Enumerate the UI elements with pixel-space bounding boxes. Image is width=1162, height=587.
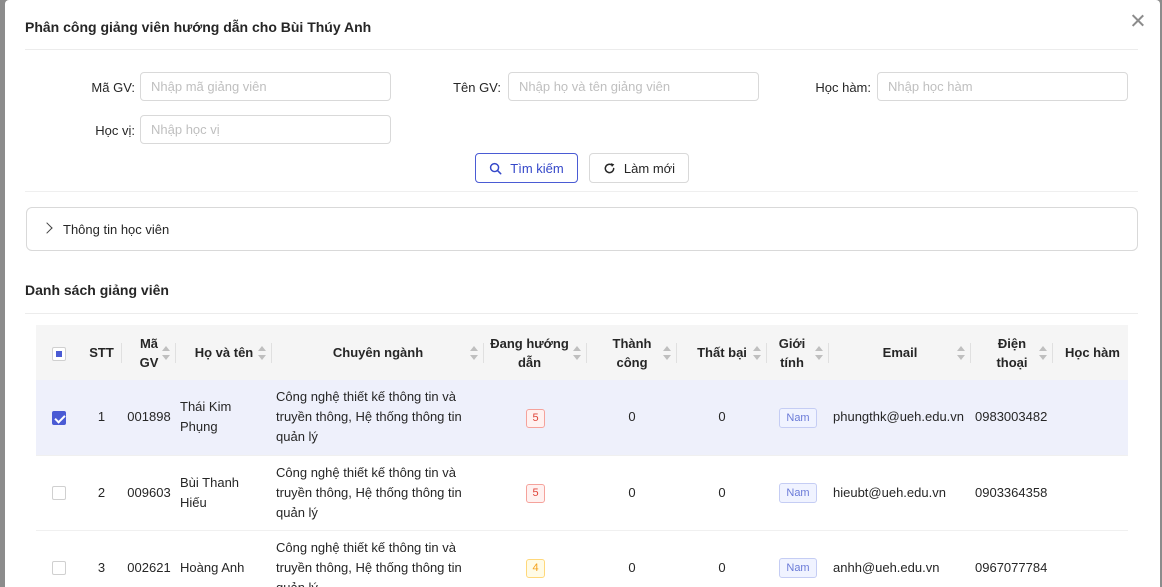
hoc-ham-cell bbox=[1053, 530, 1128, 587]
gioi-tinh-cell: Nam bbox=[767, 530, 829, 587]
ma-gv-cell: 001898 bbox=[122, 380, 176, 456]
email-cell: phungthk@ueh.edu.vn bbox=[829, 380, 971, 456]
reset-button-label: Làm mới bbox=[623, 160, 676, 176]
dang-huong-dan-cell: 5 bbox=[484, 455, 587, 531]
ten-gv-label: Tên GV: bbox=[453, 80, 501, 95]
col-header-dien-thoai[interactable]: Điện thoại bbox=[971, 325, 1053, 380]
thanh-cong-cell: 0 bbox=[587, 530, 677, 587]
chevron-right-icon bbox=[41, 222, 53, 234]
stt-cell: 3 bbox=[81, 530, 122, 587]
stt-cell: 1 bbox=[81, 380, 122, 456]
row-checkbox[interactable] bbox=[51, 410, 66, 425]
dang-huong-dan-cell: 4 bbox=[484, 530, 587, 587]
sort-icon[interactable] bbox=[162, 345, 170, 360]
email-cell: anhh@ueh.edu.vn bbox=[829, 530, 971, 587]
hoc-vi-label: Học vị: bbox=[95, 123, 135, 138]
col-header-email[interactable]: Email bbox=[829, 325, 971, 380]
gioi-tinh-cell: Nam bbox=[767, 455, 829, 531]
select-all-checkbox[interactable] bbox=[51, 346, 66, 361]
col-header-ma-gv[interactable]: Mã GV bbox=[122, 325, 176, 380]
sort-icon[interactable] bbox=[753, 345, 761, 360]
sort-icon[interactable] bbox=[470, 345, 478, 360]
hoc-ham-cell bbox=[1053, 380, 1128, 456]
dien-thoai-cell: 0967077784 bbox=[971, 530, 1053, 587]
email-cell: hieubt@ueh.edu.vn bbox=[829, 455, 971, 531]
row-select-cell bbox=[36, 380, 81, 456]
col-header-that-bai[interactable]: Thất bại bbox=[677, 325, 767, 380]
col-header-chuyen-nganh[interactable]: Chuyên ngành bbox=[272, 325, 484, 380]
ma-gv-cell: 009603 bbox=[122, 455, 176, 531]
dien-thoai-cell: 0983003482 bbox=[971, 380, 1053, 456]
count-badge: 5 bbox=[526, 408, 545, 428]
advisor-table: STT Mã GV Họ và tên Chuyên ngành Đang hư… bbox=[36, 325, 1128, 587]
collapse-label: Thông tin học viên bbox=[63, 222, 170, 237]
hoc-ham-label: Học hàm: bbox=[815, 80, 871, 95]
thanh-cong-cell: 0 bbox=[587, 380, 677, 456]
gender-tag: Nam bbox=[779, 483, 817, 503]
col-header-dang-huong-dan[interactable]: Đang hướng dẫn bbox=[484, 325, 587, 380]
reload-icon bbox=[604, 162, 615, 173]
sort-icon[interactable] bbox=[258, 345, 266, 360]
table-row[interactable]: 2 009603 Bùi Thanh Hiếu Công nghệ thiết … bbox=[36, 455, 1128, 531]
ho-ten-cell: Hoàng Anh bbox=[176, 530, 272, 587]
chuyen-nganh-cell: Công nghệ thiết kế thông tin và truyền t… bbox=[272, 380, 484, 456]
row-select-cell bbox=[36, 530, 81, 587]
table-row[interactable]: 3 002621 Hoàng Anh Công nghệ thiết kế th… bbox=[36, 530, 1128, 587]
sort-icon[interactable] bbox=[663, 345, 671, 360]
dang-huong-dan-cell: 5 bbox=[484, 380, 587, 456]
col-header-stt: STT bbox=[81, 325, 122, 380]
dien-thoai-cell: 0903364358 bbox=[971, 455, 1053, 531]
ho-ten-cell: Bùi Thanh Hiếu bbox=[176, 455, 272, 531]
search-button[interactable]: Tìm kiếm bbox=[475, 153, 578, 183]
gioi-tinh-cell: Nam bbox=[767, 380, 829, 456]
row-select-cell bbox=[36, 455, 81, 531]
chuyen-nganh-cell: Công nghệ thiết kế thông tin và truyền t… bbox=[272, 455, 484, 531]
close-icon[interactable] bbox=[1127, 10, 1149, 32]
col-header-gioi-tinh[interactable]: Giới tính bbox=[767, 325, 829, 380]
row-checkbox[interactable] bbox=[51, 486, 66, 501]
sort-icon[interactable] bbox=[815, 345, 823, 360]
section-title: Danh sách giảng viên bbox=[25, 282, 169, 298]
col-header-thanh-cong[interactable]: Thành công bbox=[587, 325, 677, 380]
hoc-ham-cell bbox=[1053, 455, 1128, 531]
filter-divider bbox=[25, 191, 1138, 192]
count-badge: 5 bbox=[526, 484, 545, 503]
col-header-ho-ten[interactable]: Họ và tên bbox=[176, 325, 272, 380]
stt-cell: 2 bbox=[81, 455, 122, 531]
hoc-vi-input[interactable] bbox=[140, 115, 391, 144]
reset-button[interactable]: Làm mới bbox=[589, 153, 689, 183]
modal-title: Phân công giảng viên hướng dẫn cho Bùi T… bbox=[25, 19, 372, 35]
title-divider bbox=[25, 49, 1138, 50]
student-info-collapse[interactable]: Thông tin học viên bbox=[26, 207, 1138, 251]
ma-gv-label: Mã GV: bbox=[91, 80, 135, 95]
that-bai-cell: 0 bbox=[677, 380, 767, 456]
ma-gv-cell: 002621 bbox=[122, 530, 176, 587]
that-bai-cell: 0 bbox=[677, 455, 767, 531]
ten-gv-input[interactable] bbox=[508, 72, 759, 101]
count-badge: 4 bbox=[526, 559, 545, 578]
hoc-ham-input[interactable] bbox=[877, 72, 1128, 101]
gender-tag: Nam bbox=[779, 407, 817, 428]
ma-gv-input[interactable] bbox=[140, 72, 391, 101]
select-all-cell bbox=[36, 325, 81, 380]
gender-tag: Nam bbox=[779, 558, 817, 578]
search-icon bbox=[490, 162, 502, 174]
that-bai-cell: 0 bbox=[677, 530, 767, 587]
thanh-cong-cell: 0 bbox=[587, 455, 677, 531]
sort-icon[interactable] bbox=[957, 345, 965, 360]
sort-icon[interactable] bbox=[573, 345, 581, 360]
table-row[interactable]: 1 001898 Thái Kim Phụng Công nghệ thiết … bbox=[36, 380, 1128, 456]
table-header-row: STT Mã GV Họ và tên Chuyên ngành Đang hư… bbox=[36, 325, 1128, 380]
section-divider bbox=[25, 313, 1138, 314]
chuyen-nganh-cell: Công nghệ thiết kế thông tin và truyền t… bbox=[272, 530, 484, 587]
sort-icon[interactable] bbox=[1039, 345, 1047, 360]
row-checkbox[interactable] bbox=[51, 561, 66, 576]
ho-ten-cell: Thái Kim Phụng bbox=[176, 380, 272, 456]
col-header-hoc-ham[interactable]: Học hàm bbox=[1053, 325, 1128, 380]
assign-advisor-modal: Phân công giảng viên hướng dẫn cho Bùi T… bbox=[5, 0, 1160, 587]
search-button-label: Tìm kiếm bbox=[510, 160, 564, 176]
